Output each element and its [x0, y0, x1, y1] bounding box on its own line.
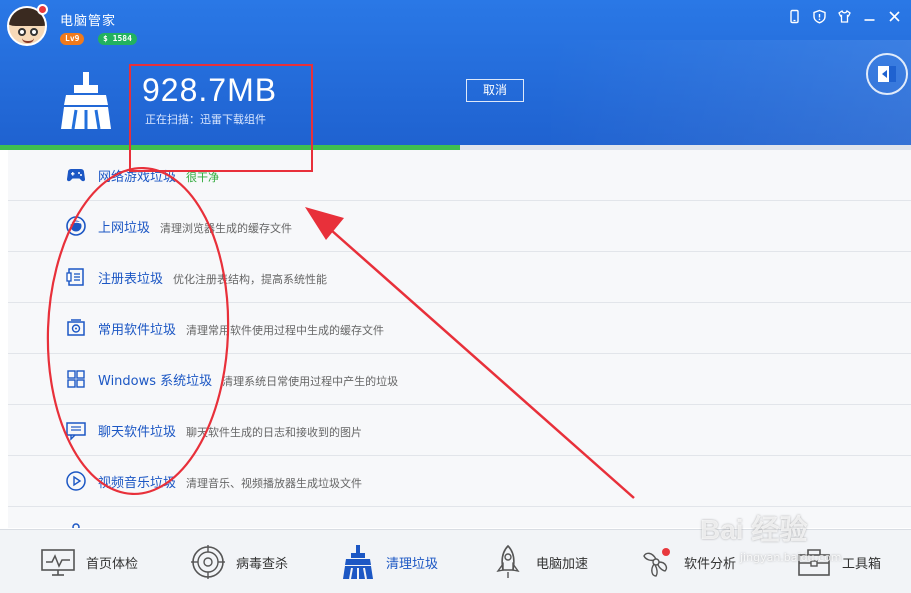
- app-title: 电脑管家: [60, 14, 117, 29]
- list-item-title: Windows 系统垃圾: [98, 373, 213, 389]
- software-fan-icon: [643, 548, 670, 577]
- junk-category-list: 网络游戏垃圾 很干净 上网垃圾 清理浏览器生成的缓存文件 注册表垃圾 优化注册表…: [8, 150, 911, 528]
- tshirt-skin-icon[interactable]: [836, 8, 853, 25]
- notification-dot: [37, 4, 48, 15]
- scan-status-label: 正在扫描：迅雷下载组件: [145, 113, 266, 126]
- shield-icon[interactable]: [811, 8, 828, 25]
- list-item-desc: 清理音乐、视频播放器生成垃圾文件: [186, 476, 363, 490]
- gamepad-icon: [65, 164, 87, 186]
- nav-label: 病毒查杀: [236, 556, 289, 572]
- monitor-checkup-icon: [41, 549, 75, 576]
- minimize-icon[interactable]: [861, 8, 878, 25]
- list-item-desc: 清理常用软件使用过程中生成的缓存文件: [186, 323, 385, 337]
- list-item-desc: 聊天软件生成的日志和接收到的图片: [186, 425, 363, 439]
- virus-target-icon: [191, 545, 225, 579]
- list-item-title: 注册表垃圾: [98, 271, 164, 287]
- window-controls: [786, 8, 903, 25]
- list-item-desc: 很干净: [186, 170, 220, 184]
- list-item-title: 上网垃圾: [98, 220, 151, 236]
- browser-globe-icon: [65, 215, 87, 237]
- baidu-watermark: Bai 经验: [700, 514, 808, 545]
- list-item-windows-junk[interactable]: Windows 系统垃圾 清理系统日常使用过程中产生的垃圾: [8, 354, 911, 405]
- nav-clean-junk[interactable]: 清理垃圾: [340, 530, 438, 593]
- nav-virus-scan[interactable]: 病毒查杀: [190, 530, 288, 593]
- list-item-title: 视频音乐垃圾: [98, 475, 177, 491]
- list-item-chat-junk[interactable]: 聊天软件垃圾 聊天软件生成的日志和接收到的图片: [8, 405, 911, 456]
- scan-status-text: 正在扫描：迅雷下载组件: [145, 111, 266, 127]
- coins-badge[interactable]: $ 1584: [98, 33, 137, 45]
- close-icon[interactable]: [886, 8, 903, 25]
- nav-speed-up[interactable]: 电脑加速: [490, 530, 588, 593]
- scan-size-value: 928.7MB: [142, 72, 278, 108]
- play-media-icon: [65, 470, 87, 492]
- chat-icon: [65, 419, 87, 441]
- header-banner: 电脑管家 Lv9 $ 1584 928.7MB 正在扫描：迅雷下载组件 取消: [0, 0, 911, 145]
- rocket-icon: [496, 544, 520, 578]
- broom-icon: [61, 72, 111, 130]
- list-item-game-junk[interactable]: 网络游戏垃圾 很干净: [8, 150, 911, 201]
- windows-icon: [65, 368, 87, 390]
- list-item-software-junk[interactable]: 常用软件垃圾 清理常用软件使用过程中生成的缓存文件: [8, 303, 911, 354]
- nav-label: 电脑加速: [536, 556, 589, 572]
- header-decoration: [551, 40, 911, 145]
- list-item-desc: 优化注册表结构，提高系统性能: [173, 272, 328, 286]
- nav-home-checkup[interactable]: 首页体检: [40, 530, 138, 593]
- software-disc-icon: [65, 317, 87, 339]
- list-item-browser-junk[interactable]: 上网垃圾 清理浏览器生成的缓存文件: [8, 201, 911, 252]
- nav-label: 软件分析: [684, 556, 737, 572]
- list-item-title: 网络游戏垃圾: [98, 169, 177, 185]
- cancel-button[interactable]: 取消: [466, 79, 524, 102]
- list-item-title: 常用软件垃圾: [98, 322, 177, 338]
- list-item-title: 聊天软件垃圾: [98, 424, 177, 440]
- exit-panel-icon: [878, 66, 896, 82]
- collapse-panel-button[interactable]: [866, 53, 908, 95]
- baidu-watermark-url: jingyan.baidu.com: [740, 551, 842, 564]
- nav-label: 清理垃圾: [386, 556, 439, 572]
- nav-label: 首页体检: [86, 556, 139, 572]
- broom-clean-icon: [343, 545, 373, 580]
- phone-icon[interactable]: [786, 8, 803, 25]
- nav-label: 工具箱: [842, 556, 882, 572]
- list-item-desc: 清理浏览器生成的缓存文件: [160, 221, 293, 235]
- list-item-media-junk[interactable]: 视频音乐垃圾 清理音乐、视频播放器生成垃圾文件: [8, 456, 911, 507]
- list-item-desc: 清理系统日常使用过程中产生的垃圾: [222, 374, 399, 388]
- registry-icon: [65, 266, 87, 288]
- level-badge[interactable]: Lv9: [60, 33, 85, 45]
- list-item-registry-junk[interactable]: 注册表垃圾 优化注册表结构，提高系统性能: [8, 252, 911, 303]
- plugin-icon: [65, 521, 87, 528]
